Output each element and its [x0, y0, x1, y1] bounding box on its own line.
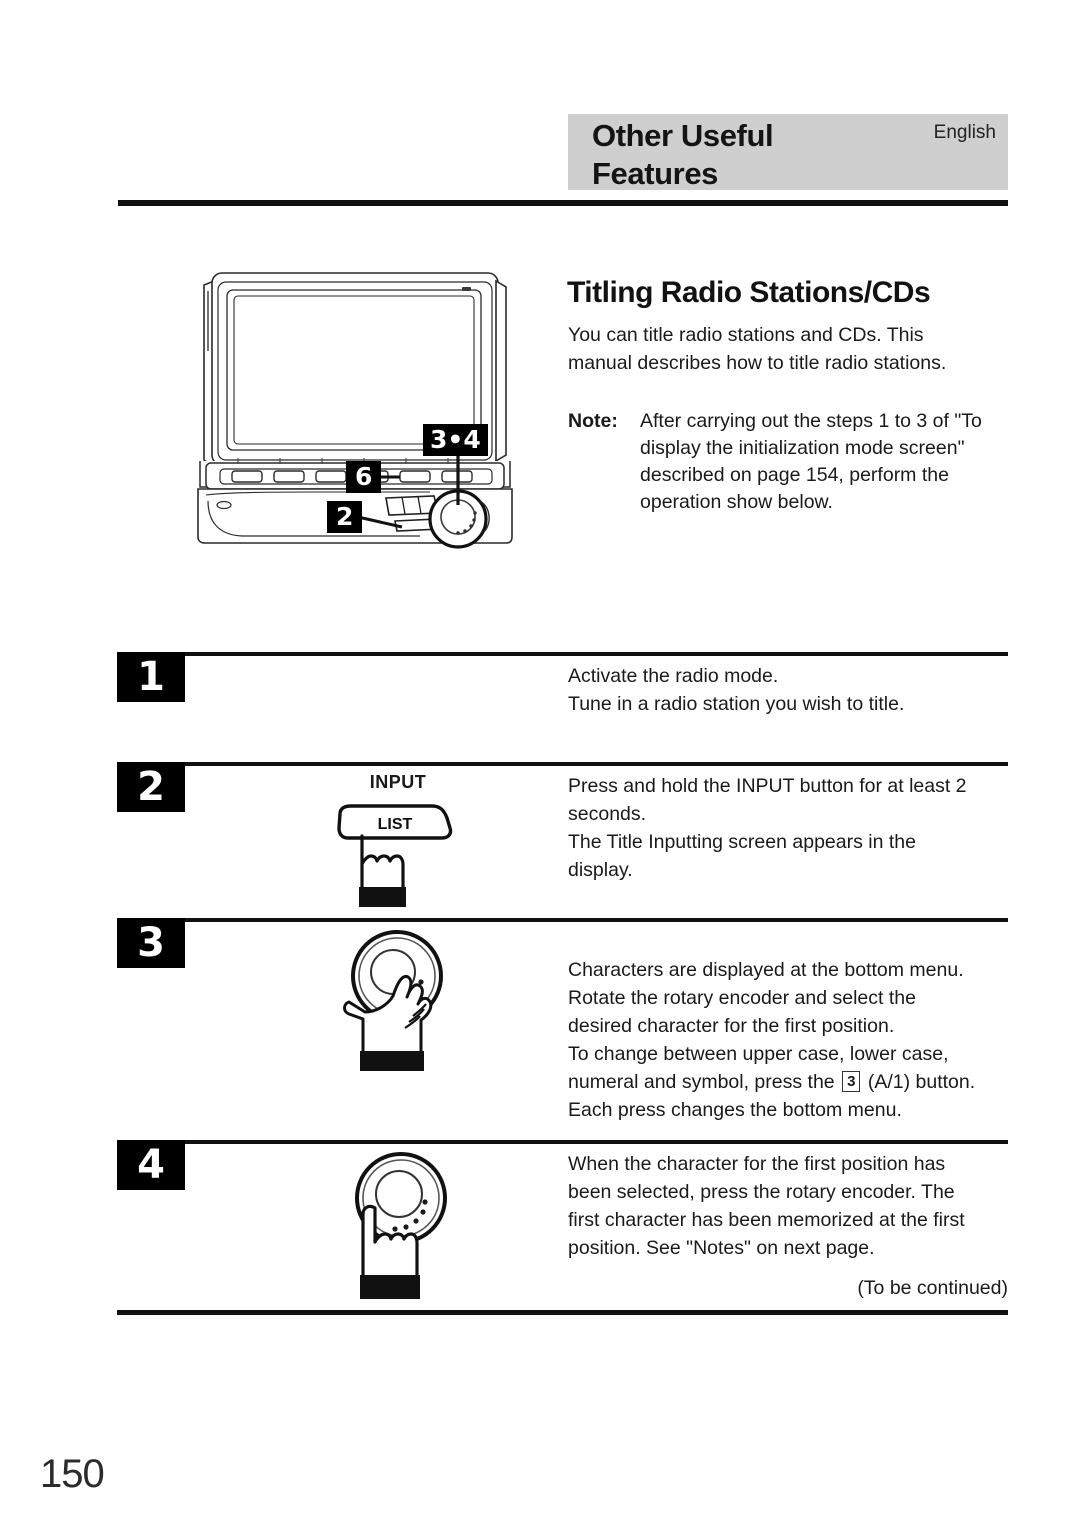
step-description: Press and hold the INPUT button for at l…: [568, 775, 967, 881]
page-title: Other Useful Features: [592, 118, 774, 191]
head-unit-illustration: 3•4 6 2: [190, 255, 520, 555]
step-description: Activate the radio mode. Tune in a radio…: [568, 665, 905, 715]
header-language-label: English: [933, 122, 996, 143]
note-body: After carrying out the steps 1 to 3 of "…: [640, 410, 982, 513]
step-number-badge: 4: [117, 1140, 185, 1190]
inline-button-ref-3: 3: [842, 1071, 861, 1092]
step-description: Characters are displayed at the bottom m…: [568, 928, 1008, 1124]
list-button-text: LIST: [378, 816, 413, 833]
section-intro-text: You can title radio stations and CDs. Th…: [568, 324, 947, 374]
header-divider: [118, 200, 1008, 206]
step-number-badge: 2: [117, 762, 185, 812]
note-block: Note: After carrying out the steps 1 to …: [568, 408, 1020, 516]
step-divider: [117, 1140, 1008, 1144]
step-description: When the character for the first positio…: [568, 1153, 965, 1259]
bottom-divider: [117, 1310, 1008, 1315]
callout-3-4: 3•4: [423, 424, 488, 456]
callout-2: 2: [327, 501, 363, 533]
input-button-label: INPUT: [369, 772, 427, 792]
page-number: 150: [40, 1452, 105, 1496]
note-label: Note:: [568, 410, 618, 432]
to-be-continued-label: (To be continued): [857, 1277, 1008, 1299]
list-button-press-icon: LIST: [332, 798, 462, 913]
callout-6: 6: [346, 461, 382, 493]
step-number-badge: 3: [117, 918, 185, 968]
step-divider: [117, 652, 1008, 656]
step-divider: [117, 762, 1008, 766]
section-title: Titling Radio Stations/CDs: [567, 276, 931, 309]
rotary-encoder-rotate-icon: [329, 924, 474, 1084]
step-number-badge: 1: [117, 652, 185, 702]
step-divider: [117, 918, 1008, 922]
